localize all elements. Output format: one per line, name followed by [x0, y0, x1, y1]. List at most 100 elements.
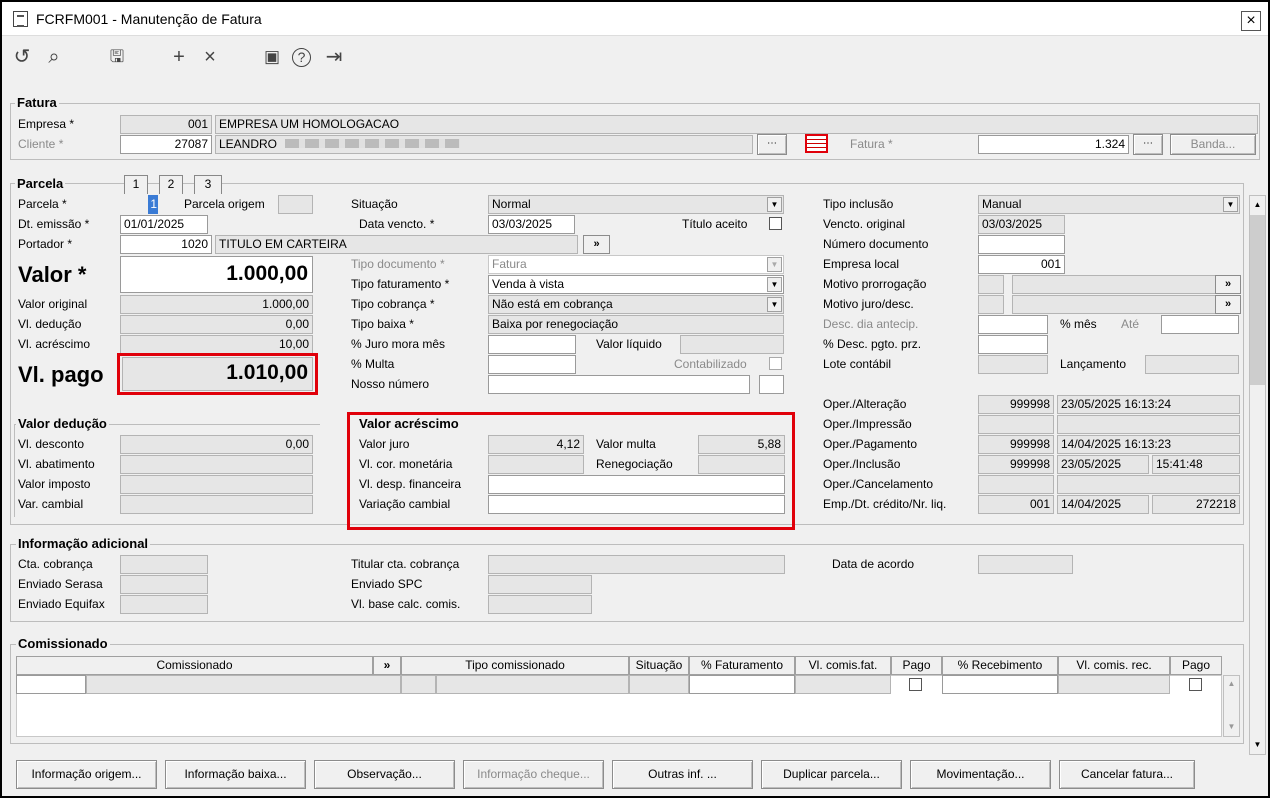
table-row-comissionado-code[interactable] [16, 675, 86, 694]
valor-field[interactable]: 1.000,00 [120, 256, 313, 293]
table-row-vl-comis-rec [1058, 675, 1170, 694]
tipo-faturamento-select[interactable]: Venda à vista ▼ [488, 275, 784, 294]
portador-more-button[interactable]: » [583, 235, 610, 254]
col-pct-recebimento[interactable]: % Recebimento [942, 656, 1058, 675]
motivo-prorrogacao-more-button[interactable]: » [1215, 275, 1241, 294]
empresa-local-field[interactable]: 001 [978, 255, 1065, 274]
outras-inf-button[interactable]: Outras inf. ... [612, 760, 753, 789]
table-row-pago-fat-checkbox[interactable] [909, 678, 922, 691]
col-comissionado[interactable]: Comissionado [16, 656, 373, 675]
numero-documento-label: Número documento [823, 237, 929, 251]
data-vencto-field[interactable]: 03/03/2025 [488, 215, 575, 234]
tipo-inclusao-select[interactable]: Manual ▼ [978, 195, 1240, 214]
table-row-tipo-code [401, 675, 436, 694]
movimentacao-button[interactable]: Movimentação... [910, 760, 1051, 789]
close-button[interactable]: × [1241, 11, 1261, 31]
table-scroll-up-icon[interactable]: ▲ [1224, 677, 1239, 691]
delete-icon[interactable]: × [198, 45, 222, 69]
add-icon[interactable]: + [167, 45, 191, 69]
vl-desp-financeira-label: Vl. desp. financeira [359, 477, 462, 491]
observacao-button[interactable]: Observação... [314, 760, 455, 789]
exit-icon[interactable]: ⇥ [322, 45, 346, 69]
chevron-down-icon: ▼ [1223, 197, 1238, 212]
desc-pgto-field[interactable] [978, 335, 1048, 354]
nosso-numero-digit-field[interactable] [759, 375, 784, 394]
col-vl-comis-rec[interactable]: Vl. comis. rec. [1058, 656, 1170, 675]
tipo-cobranca-select[interactable]: Não está em cobrança ▼ [488, 295, 784, 314]
desc-dia-antecip-field[interactable] [978, 315, 1048, 334]
pct-mes-label: % mês [1060, 317, 1097, 331]
parcela-tab-1[interactable]: 1 [124, 175, 148, 194]
undo-icon[interactable]: ↺ [10, 45, 34, 69]
valor-imposto-label: Valor imposto [18, 477, 91, 491]
vl-desp-financeira-field[interactable] [488, 475, 785, 494]
informacao-baixa-button[interactable]: Informação baixa... [165, 760, 306, 789]
search-icon[interactable]: ⌕ [42, 45, 66, 69]
redacted-text [285, 139, 461, 148]
col-situacao[interactable]: Situação [629, 656, 689, 675]
parcela-tab-3[interactable]: 3 [194, 175, 222, 194]
nosso-numero-field[interactable] [488, 375, 750, 394]
cliente-code-field[interactable]: 27087 [120, 135, 212, 154]
valor-original-field: 1.000,00 [120, 295, 313, 314]
scroll-thumb[interactable] [1250, 215, 1265, 385]
multa-field[interactable] [488, 355, 576, 374]
table-scroll-down-icon[interactable]: ▼ [1224, 720, 1239, 734]
col-vl-comis-fat[interactable]: Vl. comis.fat. [795, 656, 891, 675]
col-pago-fat[interactable]: Pago [891, 656, 942, 675]
fatura-search-button[interactable]: ⋯ [1133, 134, 1163, 155]
banda-button[interactable]: Banda... [1170, 134, 1256, 155]
table-row-pct-faturamento[interactable] [689, 675, 795, 694]
cliente-name-field: LEANDRO [215, 135, 753, 154]
scroll-up-icon[interactable]: ▲ [1250, 197, 1265, 212]
col-pct-faturamento[interactable]: % Faturamento [689, 656, 795, 675]
motivo-prorrogacao-code [978, 275, 1004, 294]
scroll-down-icon[interactable]: ▼ [1250, 737, 1265, 752]
vl-base-calc-field [488, 595, 592, 614]
informacao-origem-button[interactable]: Informação origem... [16, 760, 157, 789]
duplicar-parcela-button[interactable]: Duplicar parcela... [761, 760, 902, 789]
tipo-documento-select[interactable]: Fatura ▼ [488, 255, 784, 274]
fatura-number-field[interactable]: 1.324 [978, 135, 1129, 154]
desc-dia-antecip-label: Desc. dia antecip. [823, 317, 919, 331]
numero-documento-field[interactable] [978, 235, 1065, 254]
fatura-label: Fatura * [850, 137, 893, 151]
help-icon[interactable]: ? [292, 48, 311, 67]
cta-cobranca-label: Cta. cobrança [18, 557, 93, 571]
table-row-pct-recebimento[interactable] [942, 675, 1058, 694]
variacao-cambial-label: Variação cambial [359, 497, 451, 511]
informacao-cheque-button[interactable]: Informação cheque... [463, 760, 604, 789]
main-window: FCRFM001 - Manutenção de Fatura × ↺ ⌕ 🖫 … [0, 0, 1270, 798]
nosso-numero-label: Nosso número [351, 377, 430, 391]
motivo-juro-more-button[interactable]: » [1215, 295, 1241, 314]
oper-alteracao-datetime: 23/05/2025 16:13:24 [1057, 395, 1240, 414]
cliente-search-button[interactable]: ⋯ [757, 134, 787, 155]
col-tipo-comissionado[interactable]: Tipo comissionado [401, 656, 629, 675]
cancelar-fatura-button[interactable]: Cancelar fatura... [1059, 760, 1195, 789]
situacao-select[interactable]: Normal ▼ [488, 195, 784, 214]
lote-contabil-field [978, 355, 1048, 374]
variacao-cambial-field[interactable] [488, 495, 785, 514]
parcela-tab-2[interactable]: 2 [159, 175, 183, 194]
vl-acrescimo-label: Vl. acréscimo [18, 337, 91, 351]
save-icon[interactable]: 🖫 [105, 45, 129, 69]
cliente-grid-icon[interactable] [805, 134, 828, 153]
renegociacao-label: Renegociação [596, 457, 673, 471]
portador-code-field[interactable]: 1020 [120, 235, 212, 254]
parcela-field[interactable]: 1 [148, 195, 158, 214]
titulo-aceito-checkbox[interactable] [769, 217, 782, 230]
juro-mora-field[interactable] [488, 335, 576, 354]
contabilizado-checkbox[interactable] [769, 357, 782, 370]
col-comissionado-more[interactable]: » [373, 656, 401, 675]
valor-liquido-field [680, 335, 784, 354]
situacao-value: Normal [492, 197, 531, 211]
ate-field[interactable] [1161, 315, 1239, 334]
desc-pgto-label: % Desc. pgto. prz. [823, 337, 922, 351]
oper-pagamento-datetime: 14/04/2025 16:13:23 [1057, 435, 1240, 454]
valor-multa-field: 5,88 [698, 435, 785, 454]
table-row-pago-rec-checkbox[interactable] [1189, 678, 1202, 691]
portador-label: Portador * [18, 237, 73, 251]
col-pago-rec[interactable]: Pago [1170, 656, 1222, 675]
dt-emissao-field[interactable]: 01/01/2025 [120, 215, 208, 234]
calendar-icon[interactable]: ▣ [260, 45, 284, 69]
